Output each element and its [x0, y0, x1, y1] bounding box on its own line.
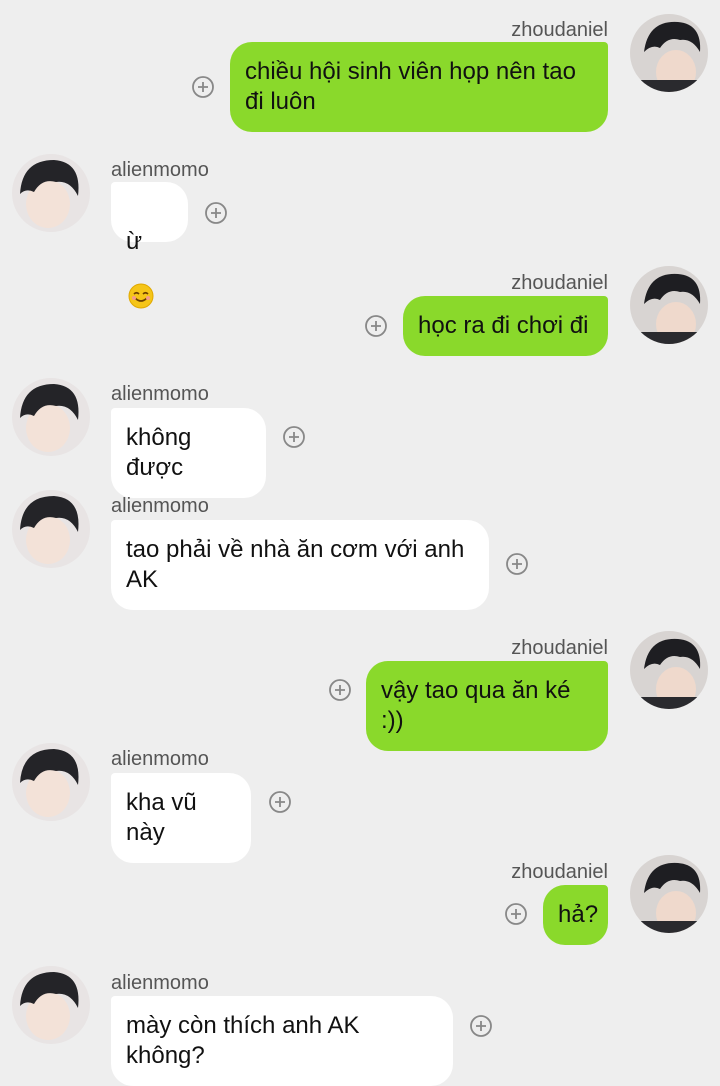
add-circle-icon[interactable] [268, 790, 292, 814]
user-avatar-icon[interactable] [12, 378, 90, 456]
message-bubble[interactable]: học ra đi chơi đi [403, 296, 608, 356]
sender-name: alienmomo [111, 495, 209, 517]
message-bubble[interactable]: vậy tao qua ăn ké :)) [366, 661, 608, 751]
sender-name: zhoudaniel [511, 637, 608, 659]
sender-name: alienmomo [111, 972, 209, 994]
add-circle-icon[interactable] [364, 314, 388, 338]
add-circle-icon[interactable] [191, 75, 215, 99]
user-avatar-icon[interactable] [12, 743, 90, 821]
add-circle-icon[interactable] [328, 678, 352, 702]
user-avatar-icon[interactable] [630, 631, 708, 709]
user-avatar-icon[interactable] [630, 855, 708, 933]
message-bubble[interactable]: kha vũ này [111, 773, 251, 863]
user-avatar-icon[interactable] [12, 154, 90, 232]
add-circle-icon[interactable] [469, 1014, 493, 1038]
add-circle-icon[interactable] [282, 425, 306, 449]
sender-name: alienmomo [111, 748, 209, 770]
sender-name: alienmomo [111, 383, 209, 405]
user-avatar-icon[interactable] [12, 966, 90, 1044]
message-bubble[interactable]: không được [111, 408, 266, 498]
message-bubble[interactable]: tao phải về nhà ăn cơm với anh AK [111, 520, 489, 610]
sender-name: zhoudaniel [511, 861, 608, 883]
message-bubble[interactable]: ừ [111, 182, 188, 309]
message-text: ừ [126, 228, 143, 255]
message-bubble[interactable]: chiều hội sinh viên họp nên tao đi luôn [230, 42, 608, 132]
add-circle-icon[interactable] [204, 201, 228, 225]
sender-name: zhoudaniel [511, 272, 608, 294]
add-circle-icon[interactable] [504, 902, 528, 926]
user-avatar-icon[interactable] [630, 266, 708, 344]
message-bubble[interactable]: mày còn thích anh AK không? [111, 996, 453, 1086]
add-circle-icon[interactable] [505, 552, 529, 576]
user-avatar-icon[interactable] [630, 14, 708, 92]
message-bubble[interactable]: hả? [543, 885, 608, 945]
sender-name: alienmomo [111, 159, 209, 181]
sender-name: zhoudaniel [511, 19, 608, 41]
smiling-face-emoji [128, 253, 154, 317]
user-avatar-icon[interactable] [12, 490, 90, 568]
